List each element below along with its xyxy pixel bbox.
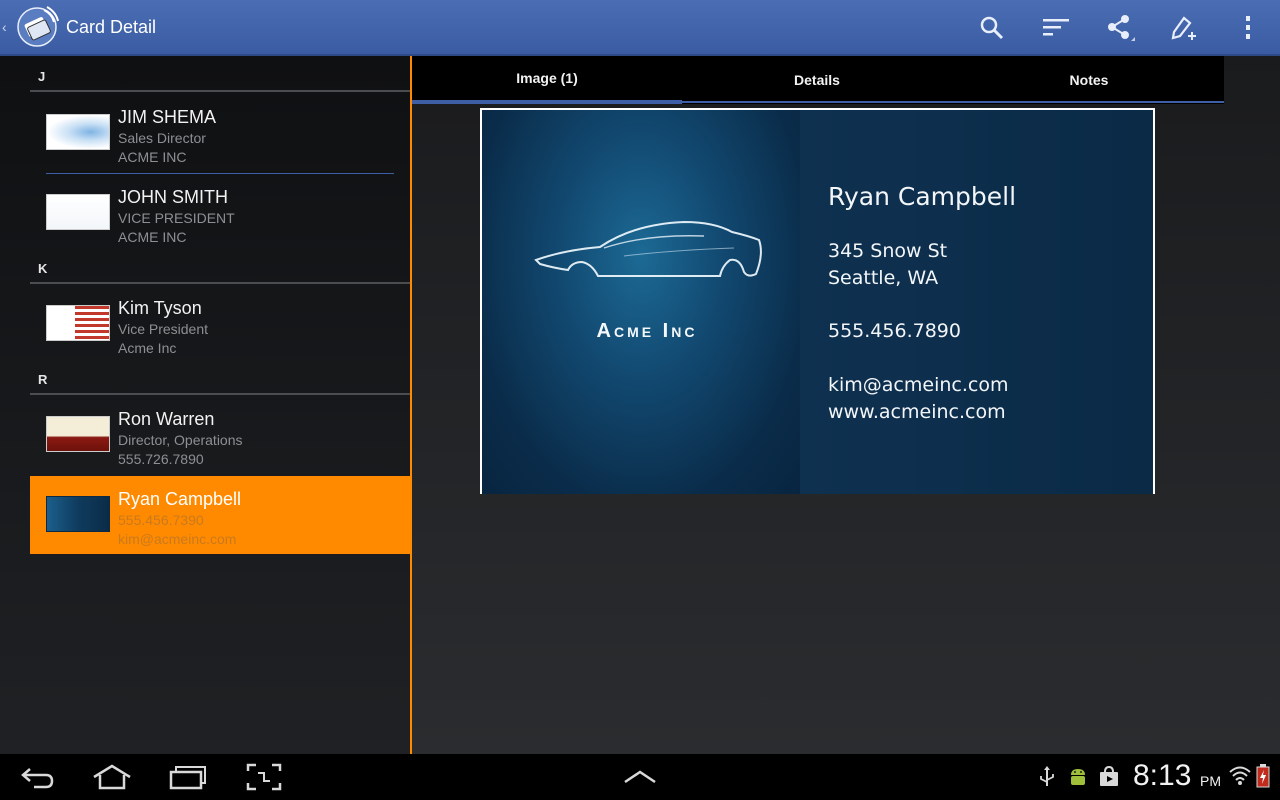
share-button[interactable] bbox=[1088, 0, 1152, 56]
contact-line3: ACME INC bbox=[118, 149, 187, 165]
card-thumbnail bbox=[46, 305, 110, 341]
list-item[interactable]: Ron Warren Director, Operations 555.726.… bbox=[30, 396, 410, 476]
back-button[interactable] bbox=[8, 760, 68, 794]
contact-line2: Sales Director bbox=[118, 130, 206, 146]
card-name: Ryan Campbell bbox=[828, 182, 1017, 211]
contact-line3: kim@acmeinc.com bbox=[118, 531, 237, 547]
contact-line2: Director, Operations bbox=[118, 432, 243, 448]
contact-line3: ACME INC bbox=[118, 229, 187, 245]
share-icon bbox=[1108, 15, 1135, 41]
android-debug-icon bbox=[1071, 769, 1085, 785]
contact-name: Ron Warren bbox=[118, 409, 215, 429]
clock-ampm: PM bbox=[1200, 773, 1221, 789]
search-icon bbox=[980, 16, 1004, 40]
wifi-icon bbox=[1229, 766, 1251, 785]
list-item[interactable]: JIM SHEMA Sales Director ACME INC bbox=[30, 94, 410, 174]
card-thumbnail bbox=[46, 194, 110, 230]
screenshot-button[interactable] bbox=[234, 760, 294, 794]
card-email: kim@acmeinc.com bbox=[828, 374, 1009, 396]
contact-line3: 555.726.7890 bbox=[118, 451, 204, 467]
contact-list[interactable]: J JIM SHEMA Sales Director ACME INC JOHN… bbox=[0, 56, 410, 754]
contact-name: Ryan Campbell bbox=[118, 489, 242, 509]
store-icon bbox=[1100, 766, 1118, 786]
list-item[interactable]: JOHN SMITH VICE PRESIDENT ACME INC bbox=[30, 174, 410, 254]
section-header-j: J bbox=[30, 56, 410, 92]
section-letter: K bbox=[38, 261, 48, 276]
recent-apps-icon bbox=[169, 766, 206, 790]
car-silhouette-icon bbox=[534, 220, 762, 277]
overflow-menu-icon bbox=[1246, 16, 1250, 39]
detail-pane: Image (1) Details Notes Acme Inc Ryan Ca… bbox=[412, 56, 1280, 754]
section-header-r: R bbox=[30, 359, 410, 395]
system-nav-bar: 8:13 PM bbox=[0, 754, 1280, 800]
edit-add-button[interactable] bbox=[1152, 0, 1216, 56]
tab-notes[interactable]: Notes bbox=[954, 56, 1224, 104]
business-card-image[interactable]: Acme Inc Ryan Campbell 345 Snow St Seatt… bbox=[480, 108, 1155, 494]
page-title: Card Detail bbox=[66, 16, 157, 37]
tab-image[interactable]: Image (1) bbox=[412, 56, 682, 104]
contact-name: JOHN SMITH bbox=[118, 187, 228, 207]
section-header-k: K bbox=[30, 248, 410, 284]
overflow-menu-button[interactable] bbox=[1216, 0, 1280, 56]
home-button[interactable] bbox=[82, 760, 142, 794]
action-buttons bbox=[960, 0, 1280, 56]
card-address-line2: Seattle, WA bbox=[828, 267, 939, 289]
card-thumbnail bbox=[46, 416, 110, 452]
contact-line3: Acme Inc bbox=[118, 340, 177, 356]
card-thumbnail bbox=[46, 496, 110, 532]
home-icon bbox=[93, 764, 131, 790]
usb-icon bbox=[1040, 766, 1054, 786]
search-button[interactable] bbox=[960, 0, 1024, 56]
section-letter: R bbox=[38, 372, 48, 387]
contact-line2: VICE PRESIDENT bbox=[118, 210, 235, 226]
card-logo-panel: Acme Inc bbox=[482, 110, 800, 494]
business-card: Acme Inc Ryan Campbell 345 Snow St Seatt… bbox=[482, 110, 1153, 494]
tab-details[interactable]: Details bbox=[682, 56, 952, 104]
list-item[interactable]: Kim Tyson Vice President Acme Inc bbox=[30, 285, 410, 365]
tab-bar: Image (1) Details Notes bbox=[412, 56, 1224, 104]
action-bar: ‹ Card Detail bbox=[0, 0, 1280, 56]
card-thumbnail bbox=[46, 114, 110, 150]
back-icon bbox=[21, 768, 54, 789]
contact-name: JIM SHEMA bbox=[118, 107, 217, 127]
screenshot-icon bbox=[246, 763, 282, 791]
contact-line2: 555.456.7390 bbox=[118, 512, 204, 528]
app-logo-icon[interactable] bbox=[14, 4, 60, 50]
recent-apps-button[interactable] bbox=[158, 760, 218, 794]
card-company: Acme Inc bbox=[596, 320, 698, 342]
card-website: www.acmeinc.com bbox=[828, 401, 1006, 423]
section-letter: J bbox=[38, 69, 46, 84]
sort-button[interactable] bbox=[1024, 0, 1088, 56]
list-item-selected[interactable]: Ryan Campbell 555.456.7390 kim@acmeinc.c… bbox=[30, 476, 410, 554]
contact-name: Kim Tyson bbox=[118, 298, 202, 318]
up-caret-icon[interactable]: ‹ bbox=[2, 19, 12, 35]
battery-icon bbox=[1256, 764, 1270, 788]
expand-up-icon bbox=[624, 770, 656, 784]
clock-time: 8:13 bbox=[1133, 759, 1192, 792]
card-address-line1: 345 Snow St bbox=[828, 240, 948, 262]
sort-icon bbox=[1043, 19, 1069, 36]
contact-line2: Vice President bbox=[118, 321, 209, 337]
card-phone: 555.456.7890 bbox=[828, 320, 961, 342]
edit-add-icon bbox=[1171, 16, 1196, 40]
expand-up-button[interactable] bbox=[610, 760, 670, 794]
